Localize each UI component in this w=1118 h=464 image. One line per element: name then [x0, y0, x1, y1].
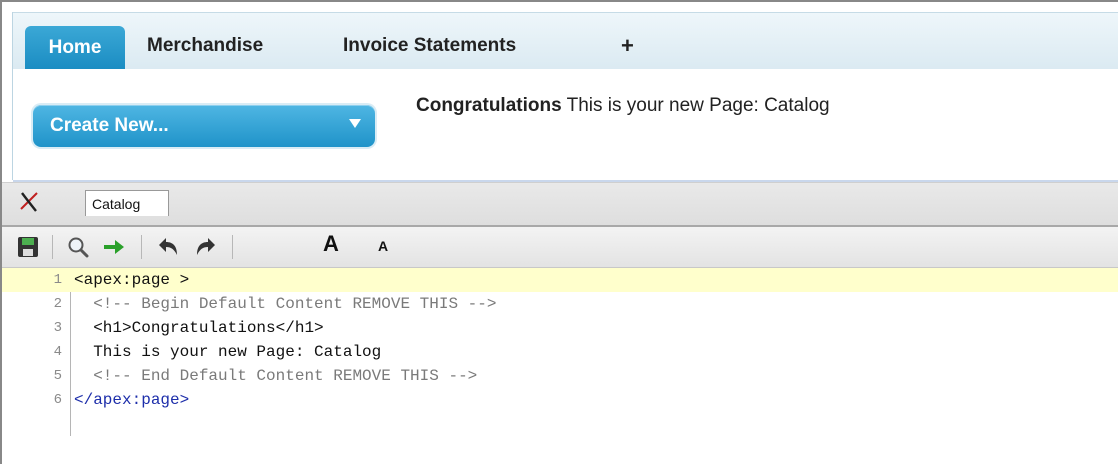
- code-editor[interactable]: 1 <apex:page > 2 <!-- Begin Default Cont…: [2, 268, 1118, 464]
- header-body: Create New... Congratulations This is yo…: [13, 69, 1118, 183]
- add-tab-button[interactable]: +: [621, 23, 634, 69]
- code-line: 5 <!-- End Default Content REMOVE THIS -…: [2, 364, 1118, 388]
- code-line: 1 <apex:page >: [2, 268, 1118, 292]
- tab-home[interactable]: Home: [25, 26, 125, 70]
- code-text: This is your new Page: Catalog: [74, 343, 382, 361]
- line-number: 5: [53, 368, 62, 384]
- code-text: <h1>Congratulations</h1>: [74, 319, 324, 337]
- line-number: 4: [53, 344, 62, 360]
- editor-name-bar: Catalog: [2, 182, 1118, 228]
- green-arrow-icon[interactable]: [102, 235, 126, 259]
- font-decrease-button[interactable]: A: [378, 238, 388, 254]
- code-text: <!-- Begin Default Content REMOVE THIS -…: [74, 295, 497, 313]
- font-increase-button[interactable]: A: [323, 231, 339, 257]
- tab-bar: Home Merchandise Invoice Statements +: [13, 12, 1118, 70]
- code-line: 3 <h1>Congratulations</h1>: [2, 316, 1118, 340]
- code-text: </apex:page>: [74, 391, 190, 409]
- toolbar-separator: [52, 235, 53, 259]
- line-number: 3: [53, 320, 62, 336]
- app-header: Home Merchandise Invoice Statements + Cr…: [12, 12, 1118, 183]
- code-line: 2 <!-- Begin Default Content REMOVE THIS…: [2, 292, 1118, 316]
- create-new-dropdown[interactable]: Create New...: [33, 105, 375, 147]
- line-number: 6: [53, 392, 62, 408]
- tab-merchandise[interactable]: Merchandise: [147, 23, 263, 69]
- page-message-bold: Congratulations: [416, 95, 562, 116]
- redo-icon[interactable]: [194, 235, 218, 259]
- search-icon[interactable]: [66, 235, 90, 259]
- code-text: <!-- End Default Content REMOVE THIS -->: [74, 367, 478, 385]
- tab-invoice-statements[interactable]: Invoice Statements: [343, 23, 516, 69]
- undo-icon[interactable]: [156, 235, 180, 259]
- page-message: Congratulations This is your new Page: C…: [416, 95, 830, 117]
- toolbar-separator: [141, 235, 142, 259]
- code-text: <apex:page >: [74, 271, 190, 289]
- line-number: 1: [53, 272, 62, 288]
- code-line: 6 </apex:page>: [2, 388, 1118, 412]
- chevron-down-icon: [349, 119, 361, 128]
- create-new-label: Create New...: [50, 115, 169, 136]
- close-editor-icon[interactable]: [18, 191, 40, 213]
- editor-toolbar: A A: [2, 227, 1118, 268]
- page-message-text: This is your new Page: Catalog: [561, 95, 830, 116]
- page-name-field[interactable]: Catalog: [85, 190, 169, 216]
- save-icon[interactable]: [16, 235, 40, 259]
- toolbar-separator: [232, 235, 233, 259]
- line-number: 2: [53, 296, 62, 312]
- code-line: 4 This is your new Page: Catalog: [2, 340, 1118, 364]
